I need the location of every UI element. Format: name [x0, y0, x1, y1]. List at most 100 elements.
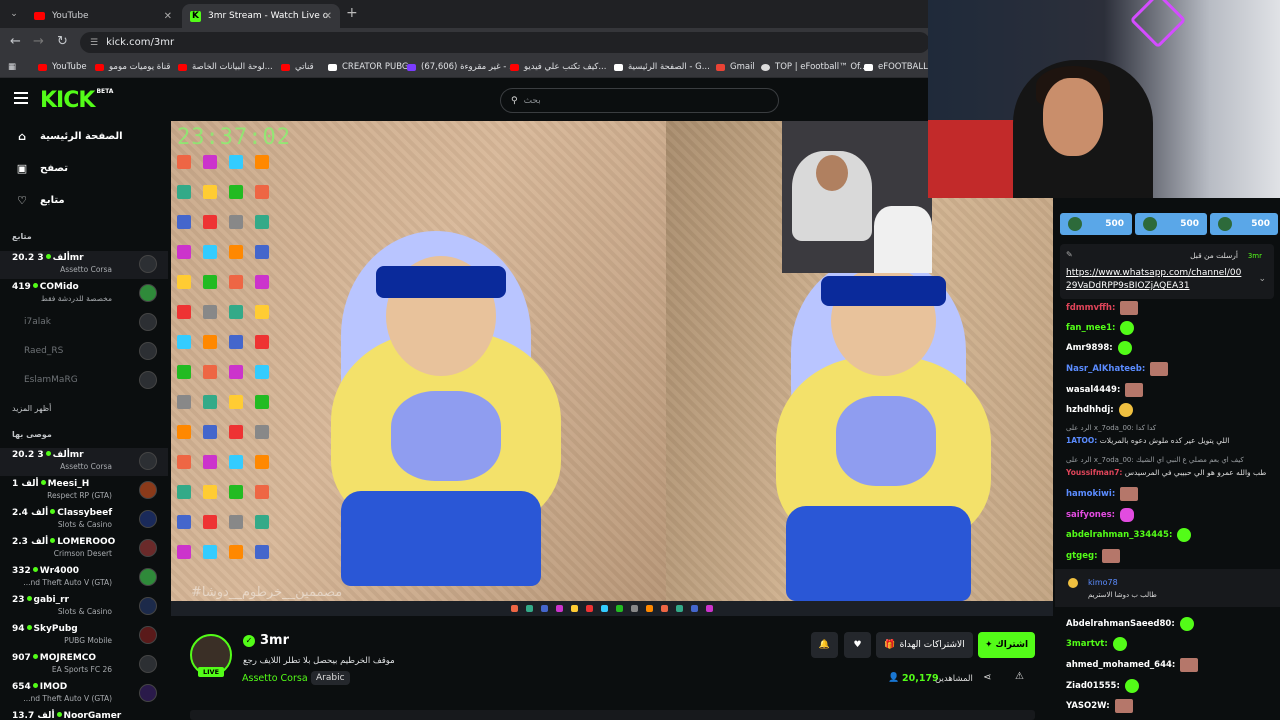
language-tag[interactable]: Arabic [311, 671, 350, 685]
desktop-app-icon [255, 185, 269, 199]
sidebar-channel[interactable]: 2.3 ألف LOMEROOO Crimson Desert [0, 535, 168, 563]
bookmark[interactable]: Gmail [716, 60, 755, 74]
tab-kick[interactable]: K 3mr Stream - Watch Live o ✕ [182, 4, 340, 28]
sidebar-channel[interactable]: 2.4 ألف Classybeef Slots & Casino [0, 506, 168, 534]
sidebar-channel[interactable]: 20.2 ألف3mr Assetto Corsa [0, 251, 168, 279]
viewer-label: المشاهدين [935, 674, 973, 684]
kick-favicon-icon: K [190, 10, 201, 22]
sidebar-channel[interactable]: 94 SkyPubg PUBG Mobile [0, 622, 168, 650]
sidebar-channel[interactable]: 23 gabi_rr Slots & Casino [0, 593, 168, 621]
desktop-app-icon [177, 245, 191, 259]
desktop-app-icon [203, 335, 217, 349]
bookmark[interactable]: CREATOR PUBG [328, 60, 408, 74]
gift-badge[interactable]: 500 [1060, 213, 1132, 235]
sidebar-channel[interactable]: 332 Wr4000 ...nd Theft Auto V (GTA) [0, 564, 168, 592]
sidebar-item-home[interactable]: ⌂ الصفحة الرئيسية [14, 126, 123, 146]
search-icon: ⚲ [511, 95, 518, 106]
bookmark[interactable]: (67,606) غير مقروءة - ... [407, 60, 517, 74]
notification-button[interactable]: 🔔 [811, 632, 838, 658]
star-icon: ✦ [984, 640, 993, 650]
home-icon: ⌂ [18, 129, 26, 143]
avatar [139, 342, 157, 360]
new-tab-icon[interactable]: + [346, 5, 358, 21]
sidebar-item-browse[interactable]: ▣ تصفح [14, 158, 68, 178]
apps-icon[interactable]: ▦ [8, 60, 16, 74]
desktop-app-icon [229, 485, 243, 499]
bookmark[interactable]: كيف تكتب علي فيديو... [510, 60, 606, 74]
gift-badge[interactable]: 500 [1135, 213, 1207, 235]
pinned-link[interactable]: https://www.whatsapp.com/channel/0029VaD… [1066, 267, 1244, 293]
show-more-link[interactable]: أظهر المزيد [12, 404, 51, 413]
sidebar-channel[interactable]: 419 COMido مخصصة للدردشة فقط [0, 280, 168, 308]
bookmark[interactable]: eFOOTBALL [864, 60, 928, 74]
live-dot-icon [56, 712, 62, 717]
emote [1150, 362, 1169, 376]
desktop-app-icon [177, 485, 191, 499]
desktop-app-icon [255, 335, 269, 349]
chat-message: fan_mee1: [1066, 320, 1135, 336]
menu-icon[interactable] [14, 92, 28, 104]
chevron-down-icon[interactable]: ⌄ [1258, 274, 1266, 284]
subscribe-button[interactable]: ✦ اشتراك [978, 632, 1035, 658]
pinned-message[interactable]: ✎ أرسلت من قبل 3mr https://www.whatsapp.… [1060, 244, 1274, 299]
viewer-count: 20,179 [902, 673, 939, 684]
category-link[interactable]: Assetto Corsa [242, 673, 308, 684]
pinned-header: أرسلت من قبل [1190, 251, 1238, 260]
live-dot-icon [26, 625, 32, 630]
live-dot-icon [45, 254, 51, 259]
live-dot-icon [32, 283, 38, 288]
site-info-icon[interactable]: ☰ [90, 38, 98, 48]
chat-message: 1ATOO: اللي يتويل عير كده ملوش دعوه بالم… [1066, 436, 1230, 445]
chat-message: AbdelrahmanSaeed80: [1066, 616, 1194, 632]
back-icon[interactable]: ← [10, 34, 21, 49]
avatar [139, 313, 157, 331]
chat-panel: 500 500 500 ✎ أرسلت من قبل 3mr https://w… [1055, 198, 1280, 720]
forward-icon[interactable]: → [33, 34, 44, 49]
stream-title: موقف الخرطيم بيحصل بلا تطلر اللايف رجع [243, 656, 395, 666]
taskbar-app-icon [616, 605, 623, 612]
share-icon[interactable]: ⋖ [983, 672, 991, 683]
chat-message: wasal4449: [1066, 382, 1144, 398]
close-tab-icon[interactable]: ✕ [324, 11, 332, 22]
gift-badge[interactable]: 500 [1210, 213, 1278, 235]
address-bar[interactable]: ☰ kick.com/3mr [80, 32, 930, 53]
bookmark[interactable]: قناة يوميات مومو [95, 60, 170, 74]
follow-button[interactable]: ♥ [844, 632, 871, 658]
bookmark[interactable]: YouTube [38, 60, 87, 74]
desktop-app-icon [203, 515, 217, 529]
bookmark[interactable]: TOP | eFootball™ Of... [761, 60, 868, 74]
sidebar-item-following[interactable]: ♡ متابع [14, 190, 65, 210]
sidebar-channel[interactable]: Raed_RS [0, 338, 168, 366]
taskbar-app-icon [556, 605, 563, 612]
gift-subs-button[interactable]: 🎁 الاشتراكات الهداة [876, 632, 973, 658]
sidebar-channel[interactable]: 20.2 ألف3mr Assetto Corsa [0, 448, 168, 476]
desktop-app-icon [177, 185, 191, 199]
sidebar-channel[interactable]: i7alak [0, 309, 168, 337]
kick-logo[interactable]: KICK BETA [40, 88, 113, 113]
bookmark[interactable]: قناتي [281, 60, 314, 74]
close-tab-icon[interactable]: ✕ [164, 11, 172, 22]
live-dot-icon [45, 451, 51, 456]
sidebar-channel[interactable]: 907 MOJREMCO EA Sports FC 26 [0, 651, 168, 679]
video-player[interactable]: 23:37:02 #مصممين__خرطوم__دوشا [171, 121, 1053, 616]
tab-youtube[interactable]: YouTube ✕ [26, 4, 180, 28]
about-bar [190, 710, 1035, 720]
sidebar-channel[interactable]: 13.7 ألف NoorGamer [0, 709, 168, 720]
tab-search-icon[interactable]: ⌄ [6, 6, 22, 22]
sidebar-channel[interactable]: 1 ألف Meesi_H Respect RP (GTA) [0, 477, 168, 505]
reload-icon[interactable]: ↻ [57, 34, 68, 49]
streamer-name[interactable]: 3mr [260, 633, 289, 648]
bookmark[interactable]: الصفحة الرئيسية - G... [614, 60, 710, 74]
desktop-app-icon [203, 185, 217, 199]
report-icon[interactable]: ⚠ [1015, 671, 1024, 682]
search-input[interactable]: ⚲ بحث [500, 88, 779, 113]
live-dot-icon [50, 538, 56, 543]
sidebar-channel[interactable]: EslamMaRG [0, 367, 168, 395]
chat-message: gtgeg: [1066, 548, 1121, 564]
facecam [928, 0, 1280, 198]
badge-icon [1068, 578, 1078, 588]
sidebar-channel[interactable]: 654 IMOD ...nd Theft Auto V (GTA) [0, 680, 168, 708]
bookmark[interactable]: لوحة البيانات الخاصة... [178, 60, 273, 74]
youtube-icon [178, 63, 187, 71]
youtube-icon [95, 63, 104, 71]
